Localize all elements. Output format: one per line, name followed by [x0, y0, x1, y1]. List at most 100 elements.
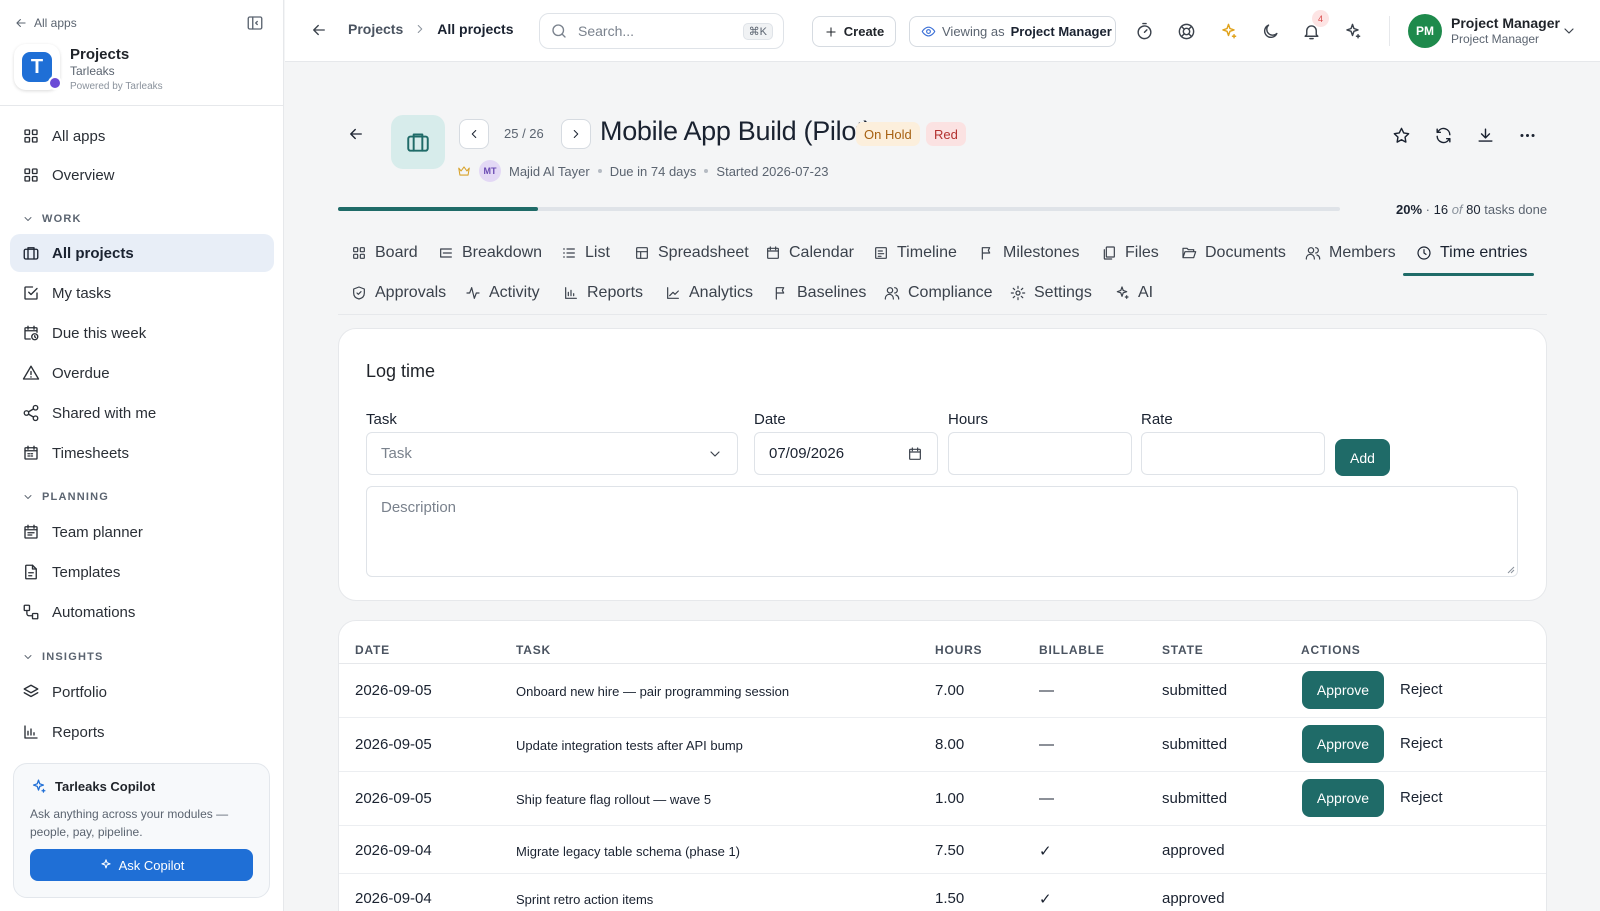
column-header-hours[interactable]: HOURS	[935, 643, 982, 657]
flag-icon	[775, 287, 785, 300]
sidebar-item-all-apps[interactable]: All apps	[10, 117, 274, 155]
tab-settings[interactable]: Settings	[1010, 284, 1092, 302]
due-date: Due in 74 days	[609, 163, 697, 179]
ai-button[interactable]	[1219, 22, 1238, 41]
tab-documents[interactable]: Documents	[1181, 244, 1286, 262]
column-header-date[interactable]: DATE	[355, 643, 390, 657]
create-button[interactable]: Create	[812, 16, 896, 47]
sidebar-item-overview[interactable]: Overview	[10, 156, 274, 194]
entry-state: submitted	[1162, 790, 1228, 807]
entry-task: Onboard new hire — pair programming sess…	[516, 684, 790, 699]
sidebar-item-my-tasks[interactable]: My tasks	[10, 274, 274, 312]
tab-breakdown[interactable]: Breakdown	[438, 244, 542, 262]
notifications-button[interactable]: 4	[1302, 10, 1329, 41]
assistant-button[interactable]	[1343, 22, 1362, 41]
tab-ai[interactable]: AI	[1114, 284, 1153, 302]
avatar[interactable]: PM	[1408, 14, 1442, 48]
tab-milestones[interactable]: Milestones	[979, 244, 1079, 262]
back-button[interactable]	[310, 21, 328, 39]
sidebar-item-label: Portfolio	[52, 683, 108, 701]
tab-time-entries[interactable]: Time entries	[1416, 244, 1527, 262]
tab-board[interactable]: Board	[351, 244, 418, 262]
more-actions-button[interactable]	[1518, 126, 1537, 145]
date-value: 07/09/2026	[769, 445, 845, 462]
download-button[interactable]	[1476, 126, 1495, 145]
project-back-button[interactable]	[347, 125, 365, 143]
tab-spreadsheet[interactable]: Spreadsheet	[634, 244, 749, 262]
column-header-billable[interactable]: BILLABLE	[1039, 643, 1105, 657]
search-input[interactable]: Search... ⌘K	[539, 13, 784, 49]
date-input[interactable]: 07/09/2026	[754, 432, 938, 475]
sidebar-item-all-projects[interactable]: All projects	[10, 234, 274, 272]
calendar-icon[interactable]	[907, 446, 923, 462]
tab-files[interactable]: Files	[1101, 244, 1159, 262]
reject-button[interactable]: Reject	[1400, 735, 1443, 752]
sidebar-item-due-this-week[interactable]: Due this week	[10, 314, 274, 352]
tab-timeline[interactable]: Timeline	[873, 244, 957, 262]
users-icon	[884, 287, 900, 300]
gear-icon	[1010, 285, 1026, 301]
description-placeholder: Description	[381, 499, 457, 516]
tab-compliance[interactable]: Compliance	[884, 284, 992, 302]
sidebar-item-templates[interactable]: Templates	[10, 553, 274, 591]
column-header-state[interactable]: STATE	[1162, 643, 1204, 657]
tab-activity[interactable]: Activity	[465, 284, 540, 302]
sidebar-item-timesheets[interactable]: Timesheets	[10, 434, 274, 472]
tab-members[interactable]: Members	[1305, 244, 1396, 262]
project-pager: 25 / 26	[504, 126, 544, 141]
collapse-sidebar-button[interactable]	[246, 14, 264, 32]
timer-button[interactable]	[1135, 22, 1154, 41]
favorite-button[interactable]	[1392, 126, 1411, 145]
sidebar-item-shared[interactable]: Shared with me	[10, 394, 274, 432]
search-shortcut: ⌘K	[742, 22, 773, 40]
tab-reports[interactable]: Reports	[563, 284, 643, 302]
next-project-button[interactable]	[561, 119, 591, 149]
section-planning[interactable]: PLANNING	[22, 491, 109, 503]
previous-project-button[interactable]	[459, 119, 489, 149]
task-select[interactable]: Task	[366, 432, 738, 475]
tab-analytics[interactable]: Analytics	[665, 284, 753, 302]
description-textarea[interactable]: Description	[366, 486, 1518, 577]
back-to-all-apps[interactable]: All apps	[14, 16, 77, 30]
sidebar-item-reports[interactable]: Reports	[10, 713, 274, 751]
reject-button[interactable]: Reject	[1400, 789, 1443, 806]
tab-label: Compliance	[908, 284, 993, 301]
tab-list[interactable]: List	[561, 244, 610, 262]
ask-copilot-button[interactable]: Ask Copilot	[30, 849, 253, 881]
reject-button[interactable]: Reject	[1400, 681, 1443, 698]
resize-grip-icon[interactable]	[1505, 564, 1515, 574]
tab-calendar[interactable]: Calendar	[765, 244, 854, 262]
breadcrumb-projects[interactable]: Projects	[348, 21, 403, 37]
dark-mode-button[interactable]	[1261, 22, 1280, 41]
approve-button[interactable]: Approve	[1302, 725, 1384, 763]
help-button[interactable]	[1177, 22, 1196, 41]
sidebar-item-team-planner[interactable]: Team planner	[10, 513, 274, 551]
viewing-as-selector[interactable]: Viewing as Project Manager	[909, 16, 1116, 47]
refresh-button[interactable]	[1434, 126, 1453, 145]
approve-button[interactable]: Approve	[1302, 671, 1384, 709]
sidebar-item-portfolio[interactable]: Portfolio	[10, 673, 274, 711]
rate-input[interactable]	[1141, 432, 1325, 475]
entry-date: 2026-09-05	[355, 790, 432, 807]
entry-date: 2026-09-04	[355, 890, 432, 907]
section-work[interactable]: WORK	[22, 213, 82, 225]
sidebar-item-automations[interactable]: Automations	[10, 593, 274, 631]
section-insights[interactable]: INSIGHTS	[22, 651, 104, 663]
user-menu[interactable]: Project Manager Project Manager	[1451, 15, 1560, 46]
column-header-task[interactable]: TASK	[516, 643, 551, 657]
table-row: 2026-09-05 Onboard new hire — pair progr…	[339, 664, 1546, 718]
tab-label: List	[585, 244, 610, 261]
sidebar-item-label: Overdue	[52, 364, 110, 382]
hours-input[interactable]	[948, 432, 1132, 475]
add-time-entry-button[interactable]: Add	[1335, 439, 1390, 476]
sidebar-item-overdue[interactable]: Overdue	[10, 354, 274, 392]
refresh-icon	[1436, 127, 1451, 144]
user-menu-toggle[interactable]	[1561, 23, 1577, 39]
tab-baselines[interactable]: Baselines	[773, 284, 866, 302]
eye-icon	[921, 26, 936, 37]
approve-button[interactable]: Approve	[1302, 779, 1384, 817]
tab-approvals[interactable]: Approvals	[351, 284, 446, 302]
entry-hours: 8.00	[935, 736, 965, 753]
owner-name[interactable]: Majid Al Tayer	[509, 164, 590, 179]
sidebar-item-label: My tasks	[52, 284, 112, 302]
